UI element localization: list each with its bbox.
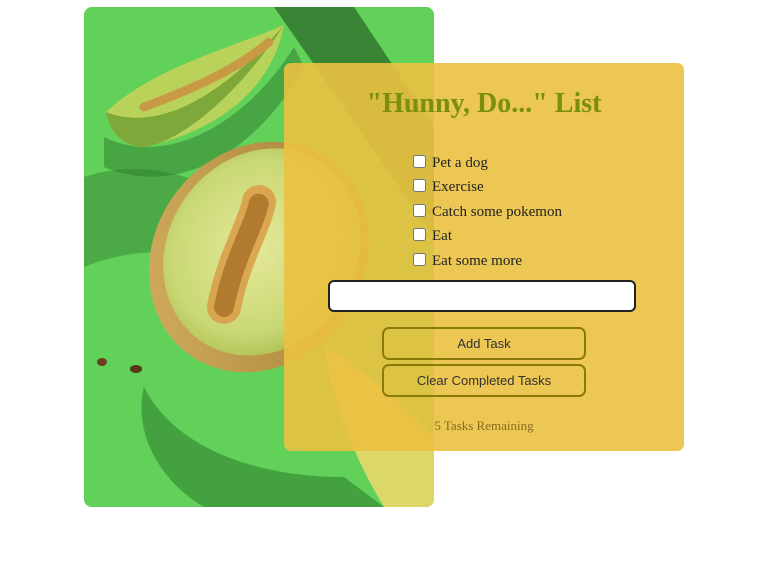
task-label: Pet a dog (432, 154, 488, 171)
task-label: Exercise (432, 179, 484, 196)
task-checkbox[interactable] (413, 154, 426, 168)
task-label: Catch some pokemon (432, 203, 562, 220)
task-item: Exercise (410, 176, 562, 201)
task-item: Eat some more (410, 249, 562, 274)
tasks-remaining-count: 5 Tasks Remaining (434, 418, 534, 433)
app-title: "Hunny, Do..." List (366, 88, 602, 119)
task-checkbox[interactable] (413, 203, 426, 217)
task-item: Eat (410, 225, 562, 250)
new-task-input[interactable] (328, 280, 636, 312)
task-item: Pet a dog (410, 151, 562, 176)
todo-card: "Hunny, Do..." List Pet a dog Exercise C… (284, 63, 684, 451)
task-item: Catch some pokemon (410, 200, 562, 225)
task-label: Eat some more (432, 252, 522, 269)
add-task-button[interactable]: Add Task (382, 327, 586, 360)
task-checkbox[interactable] (413, 252, 426, 266)
clear-completed-button[interactable]: Clear Completed Tasks (382, 364, 586, 397)
task-label: Eat (432, 228, 452, 245)
task-checkbox[interactable] (413, 228, 426, 242)
task-checkbox[interactable] (413, 179, 426, 193)
task-list: Pet a dog Exercise Catch some pokemon Ea… (410, 151, 562, 274)
